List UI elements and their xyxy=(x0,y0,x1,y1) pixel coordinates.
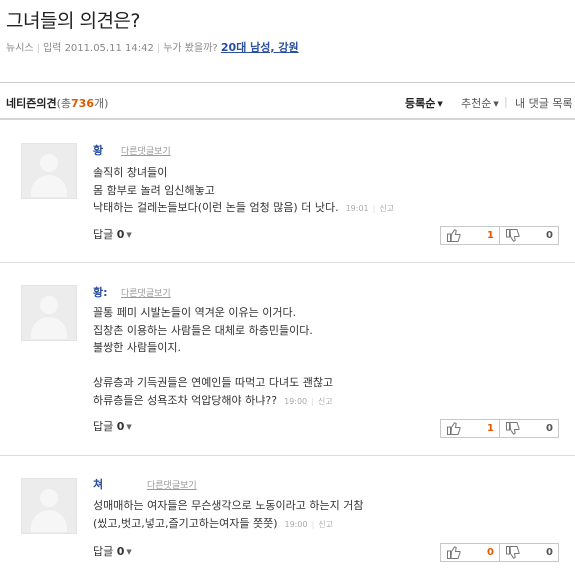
comment-line: 불쌍한 사람들이지. xyxy=(93,341,181,354)
like-count: 1 xyxy=(487,230,494,241)
dislike-button[interactable]: 0 xyxy=(499,544,558,561)
caret-down-icon: ▼ xyxy=(493,100,499,108)
dislike-count: 0 xyxy=(546,547,553,558)
comment-line: 낙태하는 걸레논들보다(이런 논들 엄청 많음) 더 낫다. xyxy=(93,201,339,214)
sort-by-date-label: 등록순 xyxy=(405,97,436,110)
comment-time: 19:01 xyxy=(345,204,369,213)
comment-line-last: 낙태하는 걸레논들보다(이런 논들 엄청 많음) 더 낫다. 19:01 신고 xyxy=(93,199,394,218)
caret-down-icon: ▼ xyxy=(437,100,443,108)
bar-separator: | xyxy=(504,95,508,108)
comment-author[interactable]: 쳐 xyxy=(93,476,103,492)
comment-count-prefix: (총 xyxy=(56,97,72,110)
thumbs-down-icon xyxy=(506,546,520,559)
replies-toggle[interactable]: 답글 0 ▼ xyxy=(93,418,132,434)
caret-down-icon: ▼ xyxy=(126,423,132,431)
sort-by-recommend-label: 추천순 xyxy=(461,97,492,110)
report-link[interactable]: 신고 xyxy=(311,397,332,406)
avatar xyxy=(21,143,77,199)
my-comments-link[interactable]: 내 댓글 목록 xyxy=(515,95,573,111)
comment-body: 성매매하는 여자들은 무슨생각으로 노동이라고 하는지 거참 (씼고,벗고,넣고,… xyxy=(93,497,363,533)
comment-line: 상류층과 기득권들은 연예인들 따먹고 다녀도 괜찮고 xyxy=(93,376,334,389)
comment-line: 몸 함부로 놀려 임신해놓고 xyxy=(93,183,215,197)
comments-bar-divider xyxy=(0,118,575,120)
comments-bar: 네티즌의견(총736개) 등록순 ▼ 추천순 ▼ | 내 댓글 목록 xyxy=(0,90,575,114)
report-link[interactable]: 신고 xyxy=(373,204,394,213)
comment-author[interactable]: 황: xyxy=(93,284,108,300)
comment-divider xyxy=(0,262,575,263)
header-divider xyxy=(0,82,575,83)
vote-box: 0 0 xyxy=(440,543,559,562)
comment-count-suffix: 개) xyxy=(94,97,109,110)
thumbs-down-icon xyxy=(506,422,520,435)
article-title: 그녀들의 의견은? xyxy=(6,10,141,32)
dislike-count: 0 xyxy=(546,423,553,434)
vote-box: 1 0 xyxy=(440,226,559,245)
like-button[interactable]: 1 xyxy=(441,227,499,244)
comment-line-last: 하류층들은 성욕조차 억압당해야 하냐?? 19:00신고 xyxy=(93,392,333,411)
comment-line: 집창촌 이용하는 사람들은 대체로 하층민들이다. xyxy=(93,323,313,337)
article-date: 입력 2011.05.11 14:42 xyxy=(42,43,154,54)
like-count: 1 xyxy=(487,423,494,434)
comment-author[interactable]: 황 xyxy=(93,142,103,158)
article-meta: 뉴시스 | 입력 2011.05.11 14:42 | 누가 봤을까? 20대 남성, … xyxy=(6,41,299,54)
dislike-button[interactable]: 0 xyxy=(499,420,558,437)
article-source: 뉴시스 xyxy=(6,43,34,54)
comment-line-blank xyxy=(93,357,333,375)
who-viewed-label: 누가 봤을까? xyxy=(163,43,218,54)
comment-line: 꼴통 페미 시발논들이 역겨운 이유는 이거다. xyxy=(93,306,297,319)
sort-by-recommend[interactable]: 추천순 ▼ xyxy=(461,95,499,111)
comment-body: 솔직히 창녀들이몸 함부로 놀려 임신해놓고낙태하는 걸레논들보다(이런 논들 … xyxy=(93,164,394,218)
comment-line: 하류층들은 성욕조차 억압당해야 하냐?? xyxy=(93,393,278,407)
sort-by-date[interactable]: 등록순 ▼ xyxy=(405,95,443,111)
who-viewed-link[interactable]: 20대 남성, 강원 xyxy=(221,41,299,54)
dislike-count: 0 xyxy=(546,230,553,241)
comment-line: 성매매하는 여자들은 무슨생각으로 노동이라고 하는지 거참 xyxy=(93,499,364,512)
replies-label: 답글 xyxy=(93,228,114,241)
comment-time: 19:00 xyxy=(284,519,308,529)
avatar xyxy=(21,478,77,534)
comments-title-text: 네티즌의견 xyxy=(6,97,57,110)
comment-time: 19:00 xyxy=(284,396,308,406)
comment-count: 736 xyxy=(71,97,94,110)
replies-toggle[interactable]: 답글 0 ▼ xyxy=(93,543,132,559)
avatar xyxy=(21,285,77,341)
comment-line: 솔직히 창녀들이 xyxy=(93,166,168,179)
replies-toggle[interactable]: 답글 0 ▼ xyxy=(93,226,132,242)
thumbs-up-icon xyxy=(447,422,461,435)
comment-line: (씼고,벗고,넣고,즐기고하는여자들 쯧쯧) xyxy=(93,516,278,530)
like-button[interactable]: 1 xyxy=(441,420,499,437)
dislike-button[interactable]: 0 xyxy=(499,227,558,244)
replies-label: 답글 xyxy=(93,545,114,558)
report-link[interactable]: 신고 xyxy=(312,520,333,529)
other-comments-link[interactable]: 다른댓글보기 xyxy=(147,478,197,491)
other-comments-link[interactable]: 다른댓글보기 xyxy=(121,144,171,157)
replies-count: 0 xyxy=(116,420,125,433)
comment-body: 꼴통 페미 시발논들이 역겨운 이유는 이거다. 집창촌 이용하는 사람들은 대체… xyxy=(93,304,333,410)
replies-count: 0 xyxy=(116,545,125,558)
comment-line-last: (씼고,벗고,넣고,즐기고하는여자들 쯧쯧) 19:00 신고 xyxy=(93,515,363,534)
caret-down-icon: ▼ xyxy=(126,231,132,239)
other-comments-link[interactable]: 다른댓글보기 xyxy=(121,286,171,299)
thumbs-down-icon xyxy=(506,229,520,242)
vote-box: 1 0 xyxy=(440,419,559,438)
like-button[interactable]: 0 xyxy=(441,544,499,561)
replies-count: 0 xyxy=(116,228,125,241)
comments-title: 네티즌의견(총736개) xyxy=(6,95,108,111)
replies-label: 답글 xyxy=(93,420,114,433)
caret-down-icon: ▼ xyxy=(126,548,132,556)
thumbs-up-icon xyxy=(447,546,461,559)
like-count: 0 xyxy=(487,547,494,558)
thumbs-up-icon xyxy=(447,229,461,242)
comment-divider xyxy=(0,455,575,456)
